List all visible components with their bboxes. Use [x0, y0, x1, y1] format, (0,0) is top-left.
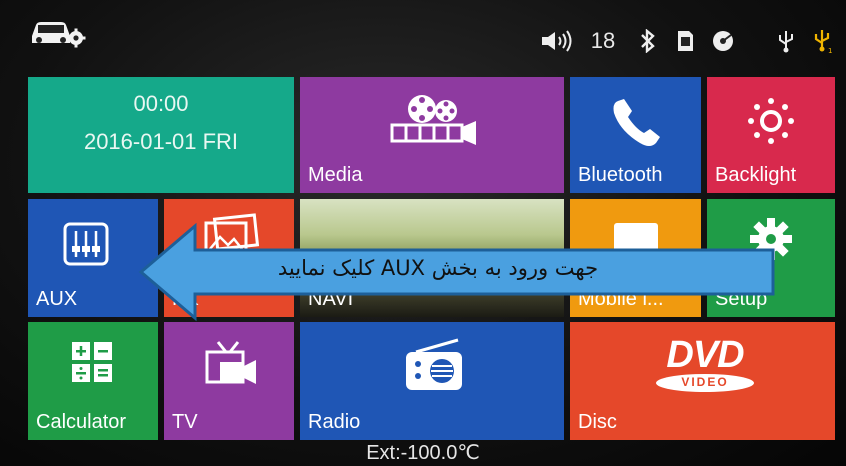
equalizer-icon: [63, 222, 109, 266]
car-settings-icon[interactable]: [28, 16, 86, 48]
usb-icon: [779, 31, 793, 53]
tv-label: TV: [172, 411, 198, 433]
calculator-tile[interactable]: Calculator: [28, 322, 158, 440]
usb-status: [774, 25, 798, 57]
clock-time: 00:00: [133, 91, 189, 116]
clock-tile[interactable]: 00:00 2016-01-01 FRI: [28, 77, 294, 193]
phone-icon: [613, 99, 660, 146]
calculator-label: Calculator: [36, 411, 127, 433]
disc-icon: [713, 31, 733, 51]
dvd-video-logo: DVD VIDEO: [650, 334, 760, 396]
dvd-logo-text: DVD: [666, 334, 744, 376]
brightness-icon: [748, 98, 794, 144]
aux-label: AUX: [36, 288, 78, 310]
radio-label: Radio: [308, 411, 361, 433]
disc-label: Disc: [578, 411, 617, 433]
status-bar: 18 1: [0, 0, 846, 70]
exterior-temperature: Ext:-100.0℃: [366, 442, 480, 464]
usb-active-status: 1: [810, 25, 836, 57]
callout-text: جهت ورود به بخش AUX کلیک نمایید: [277, 256, 599, 280]
media-label: Media: [308, 164, 363, 186]
usb-active-icon: 1: [814, 30, 832, 54]
dvd-logo-subtext: VIDEO: [681, 375, 729, 389]
volume-icon: [542, 30, 572, 52]
volume-indicator[interactable]: [532, 25, 584, 57]
calculator-icon: [72, 342, 112, 382]
backlight-label: Backlight: [715, 164, 797, 186]
bluetooth-label: Bluetooth: [578, 164, 663, 186]
bluetooth-tile[interactable]: Bluetooth: [570, 77, 701, 193]
sd-card-status: [673, 25, 697, 57]
svg-text:1: 1: [828, 47, 832, 54]
radio-tile[interactable]: Radio: [300, 322, 564, 440]
volume-value: 18: [590, 28, 616, 53]
sd-card-icon: [678, 31, 693, 51]
radio-icon: [406, 338, 462, 390]
clock-date: 2016-01-01 FRI: [83, 129, 239, 154]
tv-tile[interactable]: TV: [164, 322, 294, 440]
media-tile[interactable]: Media: [300, 77, 564, 193]
film-reel-icon: [390, 95, 476, 145]
bluetooth-status: [636, 25, 660, 57]
disc-tile[interactable]: DVD VIDEO Disc: [570, 322, 835, 440]
bluetooth-icon: [641, 29, 655, 53]
backlight-tile[interactable]: Backlight: [707, 77, 835, 193]
disc-status: [709, 25, 737, 57]
tv-icon: [205, 341, 256, 384]
